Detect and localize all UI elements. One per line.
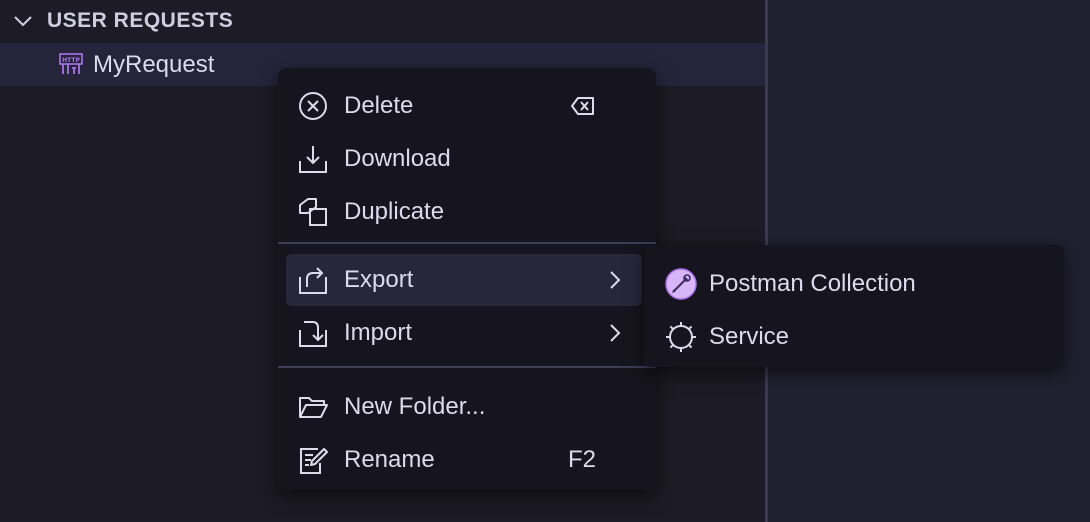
menu-item-label: Rename xyxy=(344,446,435,473)
duplicate-icon xyxy=(298,197,328,227)
service-gear-icon xyxy=(664,320,698,354)
menu-item-download[interactable]: Download xyxy=(286,133,642,185)
menu-item-label: Import xyxy=(344,319,413,346)
folder-open-icon xyxy=(298,392,328,422)
export-icon xyxy=(298,265,328,295)
menu-item-label: Export xyxy=(344,266,414,293)
menu-separator xyxy=(278,242,656,244)
submenu-item-service[interactable]: Service xyxy=(652,311,1056,363)
menu-item-import[interactable]: Import xyxy=(286,307,642,359)
shortcut-hint: F2 xyxy=(567,446,596,473)
menu-item-label: Duplicate xyxy=(344,198,445,225)
menu-separator xyxy=(278,366,656,368)
submenu-item-label: Service xyxy=(709,323,790,350)
postman-icon xyxy=(664,267,698,301)
submenu-item-label: Postman Collection xyxy=(709,270,916,297)
menu-item-delete[interactable]: Delete xyxy=(286,80,642,132)
tree-item-label[interactable]: MyRequest xyxy=(93,51,214,79)
section-header-user-requests[interactable]: USER REQUESTS xyxy=(0,0,765,42)
section-title: USER REQUESTS xyxy=(47,9,234,32)
http-request-icon: HTTP xyxy=(59,52,85,78)
chevron-right-icon xyxy=(604,322,626,344)
download-icon xyxy=(298,144,328,174)
menu-item-label: Delete xyxy=(344,92,414,119)
menu-item-label: Download xyxy=(344,145,451,172)
svg-text:HTTP: HTTP xyxy=(62,57,80,64)
import-icon xyxy=(298,318,328,348)
submenu-item-postman-collection[interactable]: Postman Collection xyxy=(652,258,1056,310)
rename-icon xyxy=(298,445,328,475)
menu-item-rename[interactable]: Rename F2 xyxy=(286,434,642,486)
menu-item-new-folder[interactable]: New Folder... xyxy=(286,381,642,433)
circle-x-icon xyxy=(298,91,328,121)
chevron-down-icon[interactable] xyxy=(12,10,34,32)
chevron-right-icon xyxy=(604,269,626,291)
menu-item-label: New Folder... xyxy=(344,393,486,420)
backspace-icon xyxy=(570,93,596,119)
export-submenu: Postman Collection Service xyxy=(644,245,1064,367)
menu-item-export[interactable]: Export xyxy=(286,254,642,306)
context-menu: Delete Download Duplicate Export Import xyxy=(278,68,656,490)
menu-item-duplicate[interactable]: Duplicate xyxy=(286,186,642,238)
